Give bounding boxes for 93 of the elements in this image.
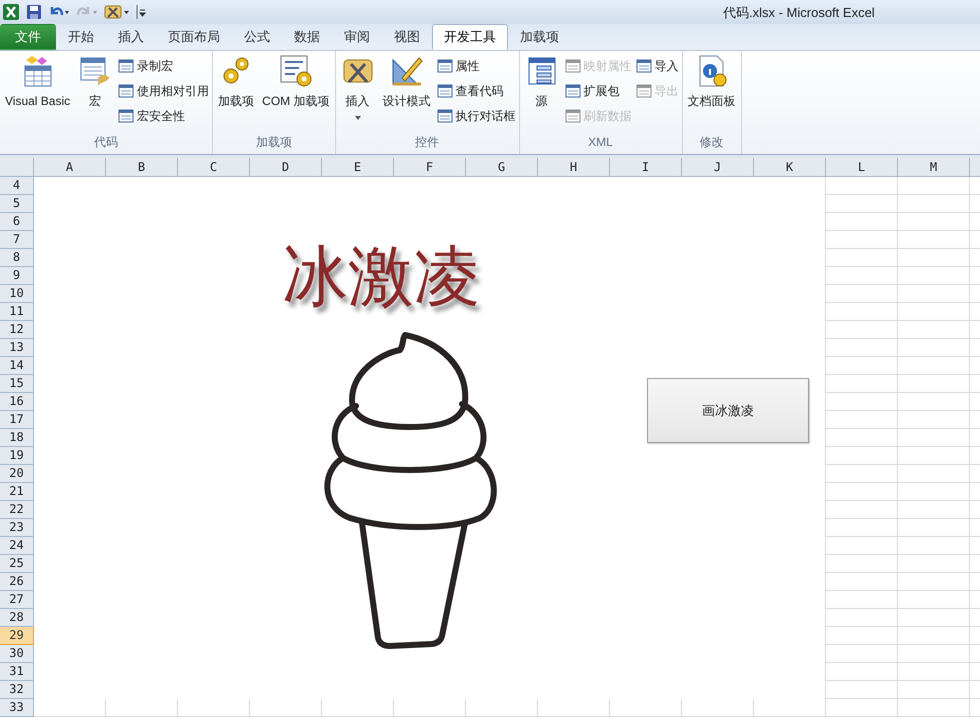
ribbon-button[interactable]: 使用相对引用 [118, 80, 210, 101]
ribbon-button[interactable]: 设计模式 [380, 54, 432, 133]
add-in-list-icon [278, 54, 313, 88]
column-header[interactable]: A [34, 158, 106, 176]
row-header[interactable]: 7 [0, 231, 34, 249]
window-title: 代码.xlsx - Microsoft Excel [723, 4, 875, 22]
ribbon-button[interactable]: 加载项 [216, 54, 256, 133]
column-header[interactable]: B [106, 158, 178, 176]
column-header[interactable]: H [538, 158, 610, 176]
column-header[interactable]: M [898, 158, 970, 176]
wordart-title: 冰激凌 [282, 237, 480, 317]
ribbon-button[interactable]: 源 [522, 54, 560, 133]
row-header[interactable]: 31 [0, 663, 34, 681]
ribbon-button[interactable]: 扩展包 [564, 80, 632, 101]
column-header[interactable]: K [754, 158, 826, 176]
row-header[interactable]: 20 [0, 465, 34, 483]
row-header[interactable]: 13 [0, 339, 34, 357]
ribbon-tab[interactable]: 开始 [56, 24, 106, 50]
file-tab[interactable]: 文件 [0, 24, 56, 50]
ribbon-button[interactable]: 插入 [338, 54, 376, 133]
ribbon-small-icon [564, 82, 580, 98]
column-header[interactable]: C [178, 158, 250, 176]
column-header[interactable]: I [610, 158, 682, 176]
group-label: 控件 [414, 134, 440, 151]
ribbon-button[interactable]: 宏安全性 [118, 105, 210, 126]
row-header[interactable]: 15 [0, 375, 34, 393]
ribbon-small-icon [436, 108, 452, 124]
row-header[interactable]: 11 [0, 303, 34, 321]
row-header[interactable]: 19 [0, 447, 34, 465]
ribbon-small-icon [564, 58, 580, 74]
row-header[interactable]: 25 [0, 555, 34, 573]
ribbon-button[interactable]: 录制宏 [118, 55, 210, 76]
column-header[interactable]: J [682, 158, 754, 176]
ribbon-tab[interactable]: 公式 [232, 24, 282, 50]
draw-button[interactable]: 画冰激凌 [647, 378, 809, 443]
row-header[interactable]: 5 [0, 195, 34, 213]
ribbon-small-icon [118, 108, 134, 124]
row-header[interactable]: 29 [0, 627, 34, 645]
row-header[interactable]: 30 [0, 645, 34, 663]
ribbon-tab[interactable]: 审阅 [332, 24, 382, 50]
row-header[interactable]: 32 [0, 681, 34, 699]
row-header[interactable]: 23 [0, 519, 34, 537]
row-header[interactable]: 8 [0, 249, 34, 267]
save-icon [26, 4, 42, 20]
ribbon-small-icon [636, 58, 652, 74]
ribbon-small-icon [436, 82, 452, 98]
ribbon-small-icon [564, 108, 580, 124]
ribbon-small-icon [118, 58, 134, 74]
row-header[interactable]: 16 [0, 393, 34, 411]
group-label: 修改 [698, 134, 724, 151]
ribbon-small-icon [436, 58, 452, 74]
column-header[interactable]: L [826, 158, 898, 176]
ribbon-button[interactable]: 执行对话框 [436, 105, 516, 126]
ribbon-button[interactable]: Visual Basic [3, 54, 72, 133]
ribbon-button[interactable]: 文档面板 [686, 54, 738, 133]
group-label: 代码 [93, 134, 120, 151]
row-header[interactable]: 18 [0, 429, 34, 447]
row-header[interactable]: 17 [0, 411, 34, 429]
ribbon-tab[interactable]: 页面布局 [156, 24, 232, 50]
dropdown-caret-icon [354, 116, 362, 121]
column-header[interactable]: G [466, 158, 538, 176]
excel-logo-icon [2, 3, 20, 21]
row-header[interactable]: 33 [0, 699, 34, 717]
row-header[interactable]: 6 [0, 213, 34, 231]
row-header[interactable]: 4 [0, 177, 34, 195]
column-header[interactable]: F [394, 158, 466, 176]
ribbon-tab[interactable]: 视图 [382, 24, 432, 50]
ribbon-button[interactable]: COM 加载项 [260, 54, 332, 133]
ribbon-button[interactable]: 宏 [76, 54, 114, 133]
ribbon-tab[interactable]: 开发工具 [432, 24, 508, 50]
row-header[interactable]: 28 [0, 609, 34, 627]
row-header[interactable]: 21 [0, 483, 34, 501]
row-header[interactable]: 10 [0, 285, 34, 303]
ribbon-tab[interactable]: 插入 [106, 24, 156, 50]
row-header[interactable]: 14 [0, 357, 34, 375]
ribbon-small-icon [636, 82, 652, 98]
row-header[interactable]: 27 [0, 591, 34, 609]
column-header[interactable]: D [250, 158, 322, 176]
row-header[interactable]: 24 [0, 537, 34, 555]
column-header[interactable]: E [322, 158, 394, 176]
ribbon-small-icon [118, 82, 134, 98]
row-header[interactable]: 12 [0, 321, 34, 339]
row-header[interactable]: 26 [0, 573, 34, 591]
group-label: XML [587, 134, 614, 151]
ribbon-button[interactable]: 导入 [636, 55, 678, 76]
ribbon-tab[interactable]: 加载项 [508, 24, 571, 50]
ribbon-tab[interactable]: 数据 [282, 24, 332, 50]
row-header[interactable]: 9 [0, 267, 34, 285]
ribbon-button[interactable]: 查看代码 [436, 80, 516, 101]
customize-menu-icon [136, 4, 146, 20]
row-header[interactable]: 22 [0, 501, 34, 519]
group-label: 加载项 [254, 134, 293, 151]
ribbon-button[interactable]: 属性 [436, 55, 516, 76]
